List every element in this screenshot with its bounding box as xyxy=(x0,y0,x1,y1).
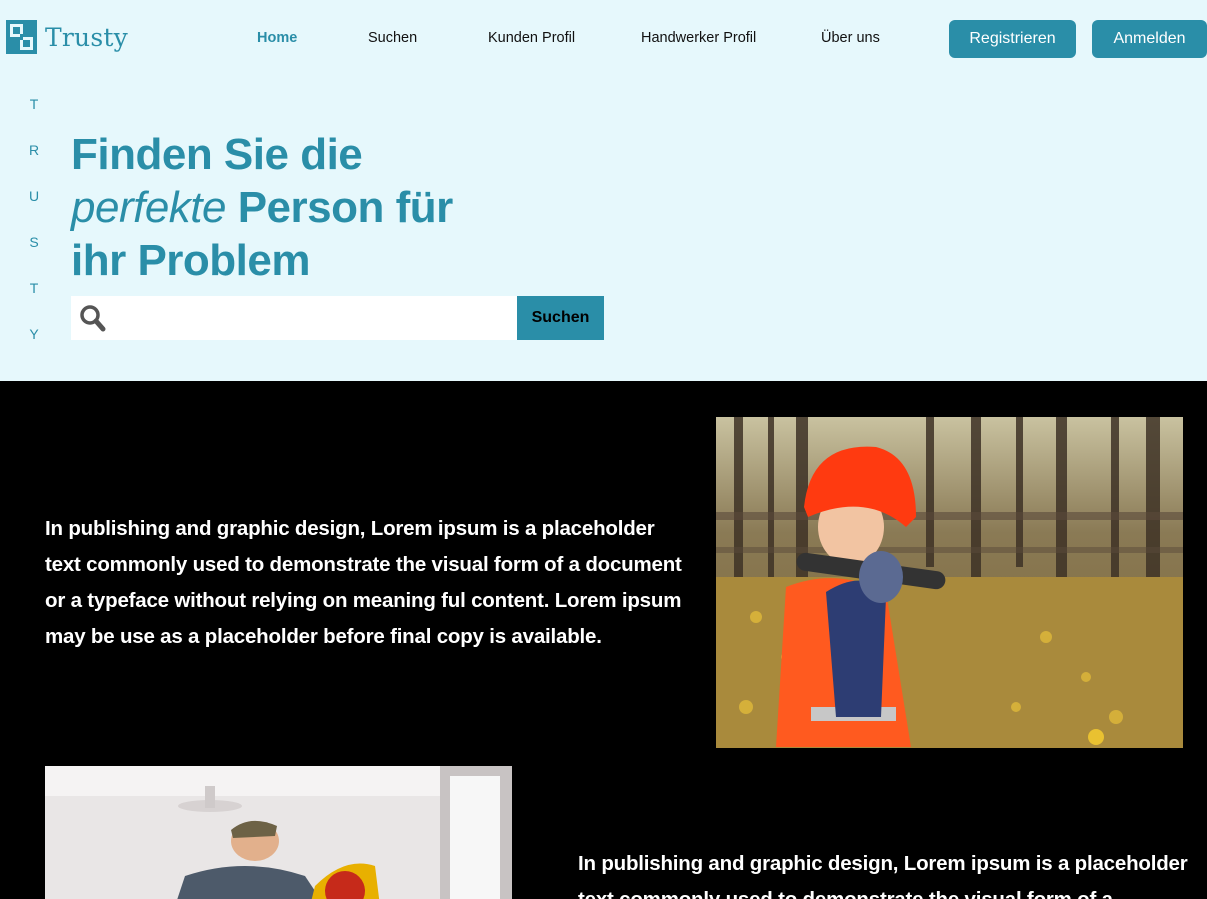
search-icon xyxy=(80,305,106,332)
section-1-text: In publishing and graphic design, Lorem … xyxy=(45,517,682,648)
child-worker-image xyxy=(716,417,1183,748)
headline-line2: Person für xyxy=(225,183,454,232)
nav-kunden-profil[interactable]: Kunden Profil xyxy=(488,30,575,46)
nav-handwerker-profil[interactable]: Handwerker Profil xyxy=(641,30,756,46)
section-2-photo xyxy=(45,766,512,899)
brand-logo[interactable]: Trusty xyxy=(6,20,128,54)
login-button[interactable]: Anmelden xyxy=(1092,20,1207,58)
nav-ueber-uns[interactable]: Über uns xyxy=(821,30,880,46)
side-letter: S xyxy=(29,234,39,250)
register-button[interactable]: Registrieren xyxy=(949,20,1076,58)
vertical-brand-letters: T R U S T Y xyxy=(28,96,40,372)
hero-section: Trusty Home Suchen Kunden Profil Handwer… xyxy=(0,0,1207,381)
nav-home[interactable]: Home xyxy=(257,30,297,46)
side-letter: Y xyxy=(29,326,39,342)
headline-line1: Finden Sie die xyxy=(71,130,363,179)
nav-suchen[interactable]: Suchen xyxy=(368,30,417,46)
section-1-photo xyxy=(716,417,1183,748)
search-input[interactable] xyxy=(113,298,517,338)
brand-name: Trusty xyxy=(45,22,128,52)
section-2-text: In publishing and graphic design, Lorem … xyxy=(578,852,1188,899)
logo-mark-icon xyxy=(6,20,37,54)
headline-line3: ihr Problem xyxy=(71,236,311,285)
craftsman-image xyxy=(45,766,512,899)
side-letter: T xyxy=(29,280,39,296)
hero-search: Suchen xyxy=(71,296,604,340)
side-letter: U xyxy=(28,188,40,204)
headline-emphasis: perfekte xyxy=(71,183,226,232)
side-letter: R xyxy=(28,142,40,158)
search-field[interactable] xyxy=(71,296,517,340)
hero-headline: Finden Sie die perfekte Person für ihr P… xyxy=(71,128,491,287)
search-button[interactable]: Suchen xyxy=(517,296,604,340)
side-letter: T xyxy=(29,96,39,112)
